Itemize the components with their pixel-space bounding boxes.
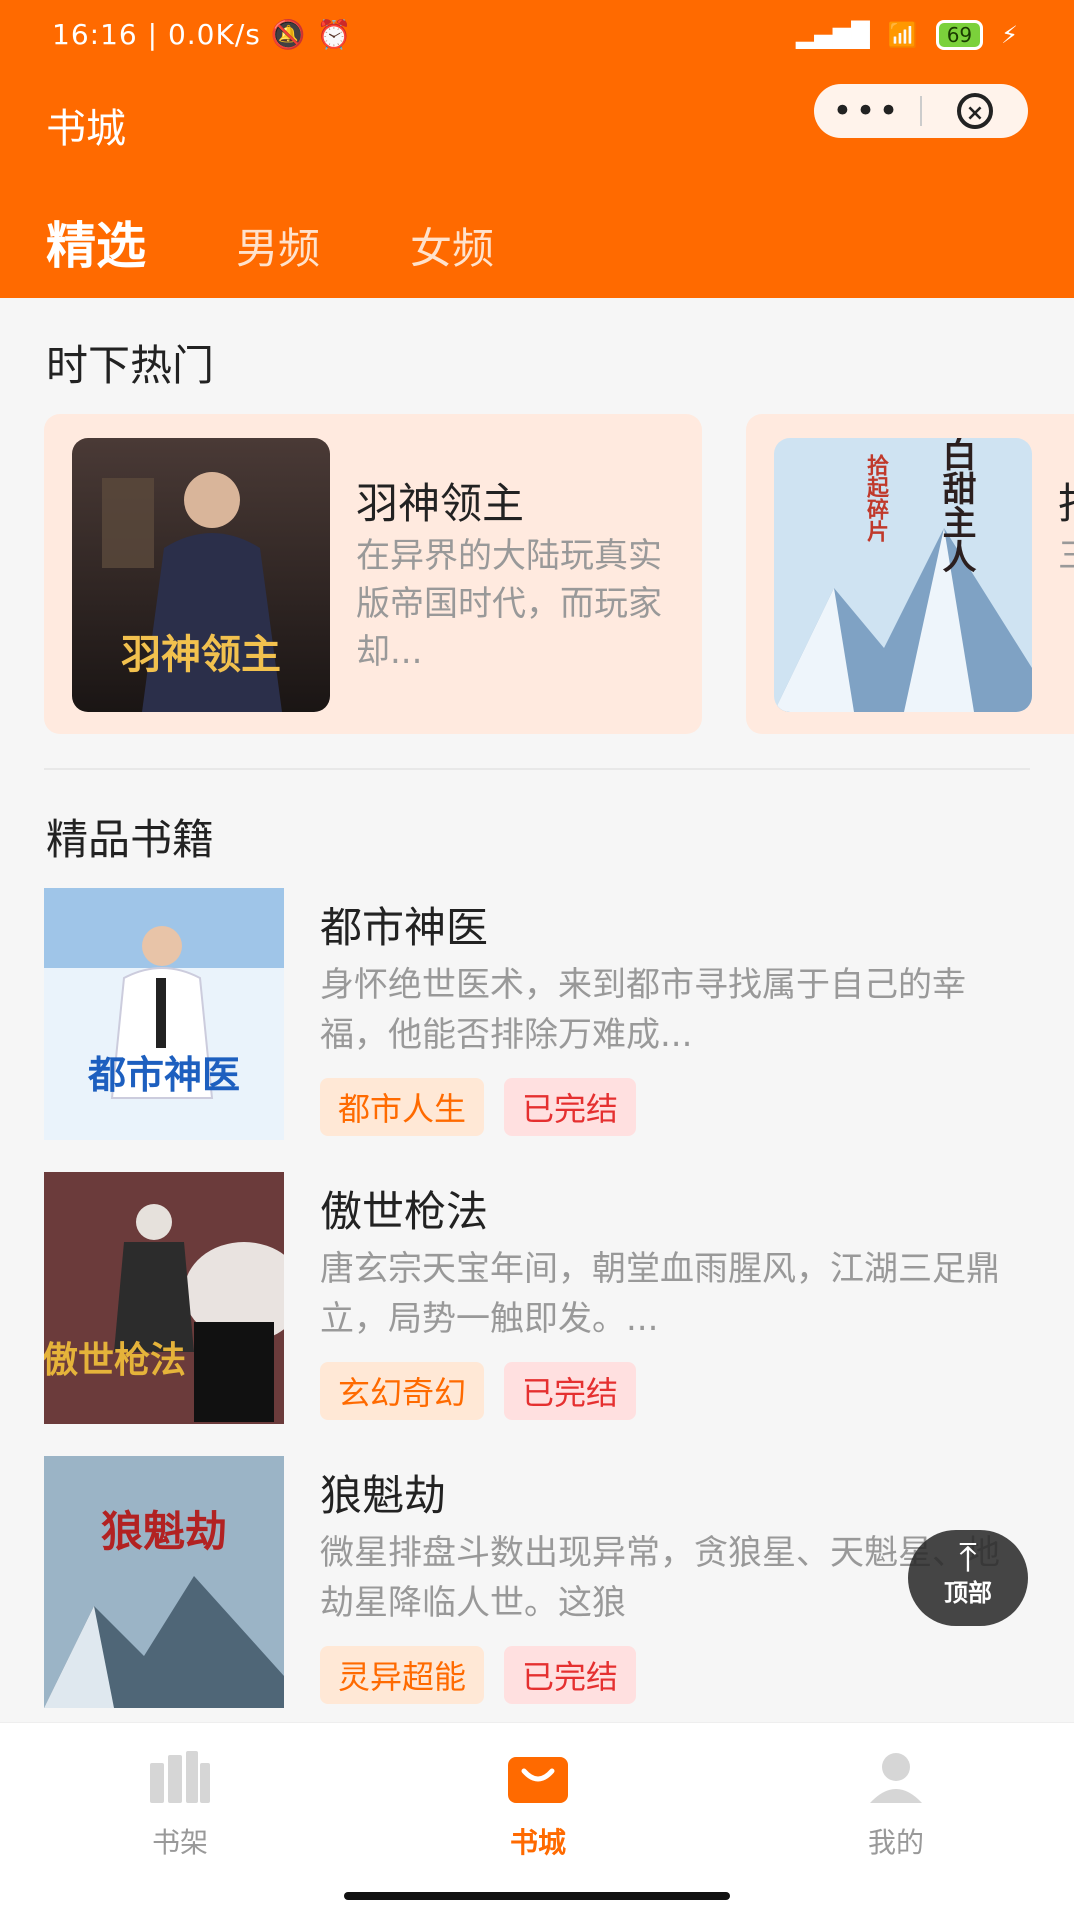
- status-bar: 16:16 | 0.0K/s 🔕 ⏰: [52, 18, 353, 51]
- home-indicator: [344, 1892, 730, 1900]
- book-desc: 唐玄宗天宝年间，朝堂血雨腥风，江湖三足鼎立，局势一触即发。...: [320, 1249, 1000, 1339]
- hot-card[interactable]: 羽神领主 羽神领主 在异界的大陆玩真实版帝国时代，而玩家却...: [44, 414, 702, 734]
- book-tags: 都市人生 已完结: [320, 1078, 637, 1136]
- tab-male[interactable]: 男频: [236, 215, 320, 276]
- book-desc: 身怀绝世医术，来到都市寻找属于自己的幸福，他能否排除万难成...: [320, 965, 966, 1055]
- book-cover: 傲世枪法: [44, 1172, 284, 1424]
- cover-title-text: 都市神医: [87, 1053, 240, 1097]
- tab-featured[interactable]: 精选: [46, 206, 146, 278]
- book-list-item[interactable]: 都市神医 都市神医 身怀绝世医术，来到都市寻找属于自己的幸福，他能否排除万难成.…: [44, 888, 1030, 1140]
- user-icon: [870, 1753, 922, 1803]
- battery-icon: 69: [935, 20, 984, 50]
- status-badge: 已完结: [504, 1646, 637, 1704]
- cover-title-text: 傲世枪法: [44, 1339, 186, 1381]
- back-to-top-button[interactable]: ⤒ 顶部: [908, 1530, 1028, 1626]
- mute-icon: 🔕: [270, 18, 307, 51]
- wifi-icon: 📶: [887, 21, 918, 49]
- page-title: 书城: [46, 106, 126, 152]
- section-divider: [44, 768, 1030, 770]
- close-button[interactable]: ×: [922, 93, 1028, 129]
- status-icons: ▂▄▆█ 📶 69 ⚡: [796, 20, 1018, 50]
- book-cover: 羽神领主: [72, 438, 330, 712]
- charging-icon: ⚡: [1001, 21, 1018, 49]
- book-cover: 都市神医: [44, 888, 284, 1140]
- genre-tag: 灵异超能: [320, 1646, 485, 1704]
- book-name: 狼魁劫: [320, 1471, 447, 1520]
- signal-icon: ▂▄▆█: [795, 21, 870, 49]
- tabbar-item-profile[interactable]: 我的: [806, 1749, 986, 1861]
- book-name: 傲世枪法: [320, 1187, 489, 1236]
- book-cover: 狼魁劫: [44, 1456, 284, 1708]
- book-tags: 灵异超能 已完结: [320, 1646, 637, 1704]
- book-tags: 玄幻奇幻 已完结: [320, 1362, 637, 1420]
- hot-carousel: 羽神领主 羽神领主 在异界的大陆玩真实版帝国时代，而玩家却... 傻白甜主人 拾…: [44, 414, 1074, 736]
- status-badge: 已完结: [504, 1362, 637, 1420]
- status-badge: 已完结: [504, 1078, 637, 1136]
- book-cover-art: 狼魁劫: [44, 1456, 284, 1708]
- bookshelf-icon: [150, 1751, 210, 1803]
- status-time: 16:16: [52, 18, 138, 51]
- tabbar-item-store[interactable]: 书城: [448, 1749, 628, 1861]
- book-cover: 傻白甜主人 拾起碎片: [774, 438, 1032, 712]
- tabbar-label: 我的: [867, 1826, 924, 1859]
- book-list-item[interactable]: 狼魁劫 狼魁劫 微星排盘斗数出现异常，贪狼星、天魁星、地劫星降临人世。这狼 灵异…: [44, 1456, 1030, 1708]
- app-header: 16:16 | 0.0K/s 🔕 ⏰ ▂▄▆█ 📶 69 ⚡ 书城 ••• × …: [0, 0, 1074, 298]
- book-cover-art: 都市神医: [44, 888, 284, 1140]
- tabbar-label: 书城: [509, 1826, 566, 1859]
- miniprogram-capsule: ••• ×: [814, 84, 1028, 138]
- close-icon: ×: [957, 93, 993, 129]
- genre-tag: 玄幻奇幻: [320, 1362, 485, 1420]
- cover-title-text: 羽神领主: [121, 631, 281, 678]
- book-cover-art: 羽神领主: [72, 438, 330, 712]
- tab-female[interactable]: 女频: [410, 215, 494, 276]
- tabbar-item-bookshelf[interactable]: 书架: [90, 1749, 270, 1861]
- cover-subtitle-text: 拾起碎片: [863, 453, 890, 543]
- store-bag-icon: [508, 1757, 568, 1803]
- hot-book-desc: 在异界的大陆玩真实版帝国时代，而玩家却...: [356, 536, 662, 672]
- tabbar-label: 书架: [151, 1826, 208, 1859]
- status-net-speed: 0.0K/s: [167, 18, 261, 51]
- arrow-up-icon: ⤒: [959, 1535, 977, 1581]
- book-cover-art: 傲世枪法: [44, 1172, 284, 1424]
- bottom-tabbar: 书架 书城 我的: [0, 1722, 1074, 1915]
- hot-card[interactable]: 傻白甜主人 拾起碎片 抖 三被孩: [746, 414, 1074, 734]
- more-icon[interactable]: •••: [814, 91, 920, 131]
- genre-tag: 都市人生: [320, 1078, 485, 1136]
- hot-book-name: 羽神领主: [356, 479, 525, 528]
- book-list-item[interactable]: 傲世枪法 傲世枪法 唐玄宗天宝年间，朝堂血雨腥风，江湖三足鼎立，局势一触即发。.…: [44, 1172, 1030, 1424]
- cover-title-text: 狼魁劫: [101, 1507, 227, 1556]
- back-to-top-label: 顶部: [944, 1579, 992, 1607]
- category-tabs: 精选 男频 女频: [46, 206, 494, 278]
- cover-title-text: 傻白甜主人: [936, 438, 976, 573]
- hot-section-title: 时下热门: [46, 341, 215, 390]
- book-cover-art: 傻白甜主人 拾起碎片: [774, 438, 1032, 712]
- hot-book-desc: 三被孩: [1058, 532, 1074, 676]
- book-name: 都市神医: [320, 903, 489, 952]
- premium-section-title: 精品书籍: [46, 815, 215, 864]
- hot-book-name: 抖: [1058, 470, 1074, 531]
- alarm-icon: ⏰: [316, 18, 353, 51]
